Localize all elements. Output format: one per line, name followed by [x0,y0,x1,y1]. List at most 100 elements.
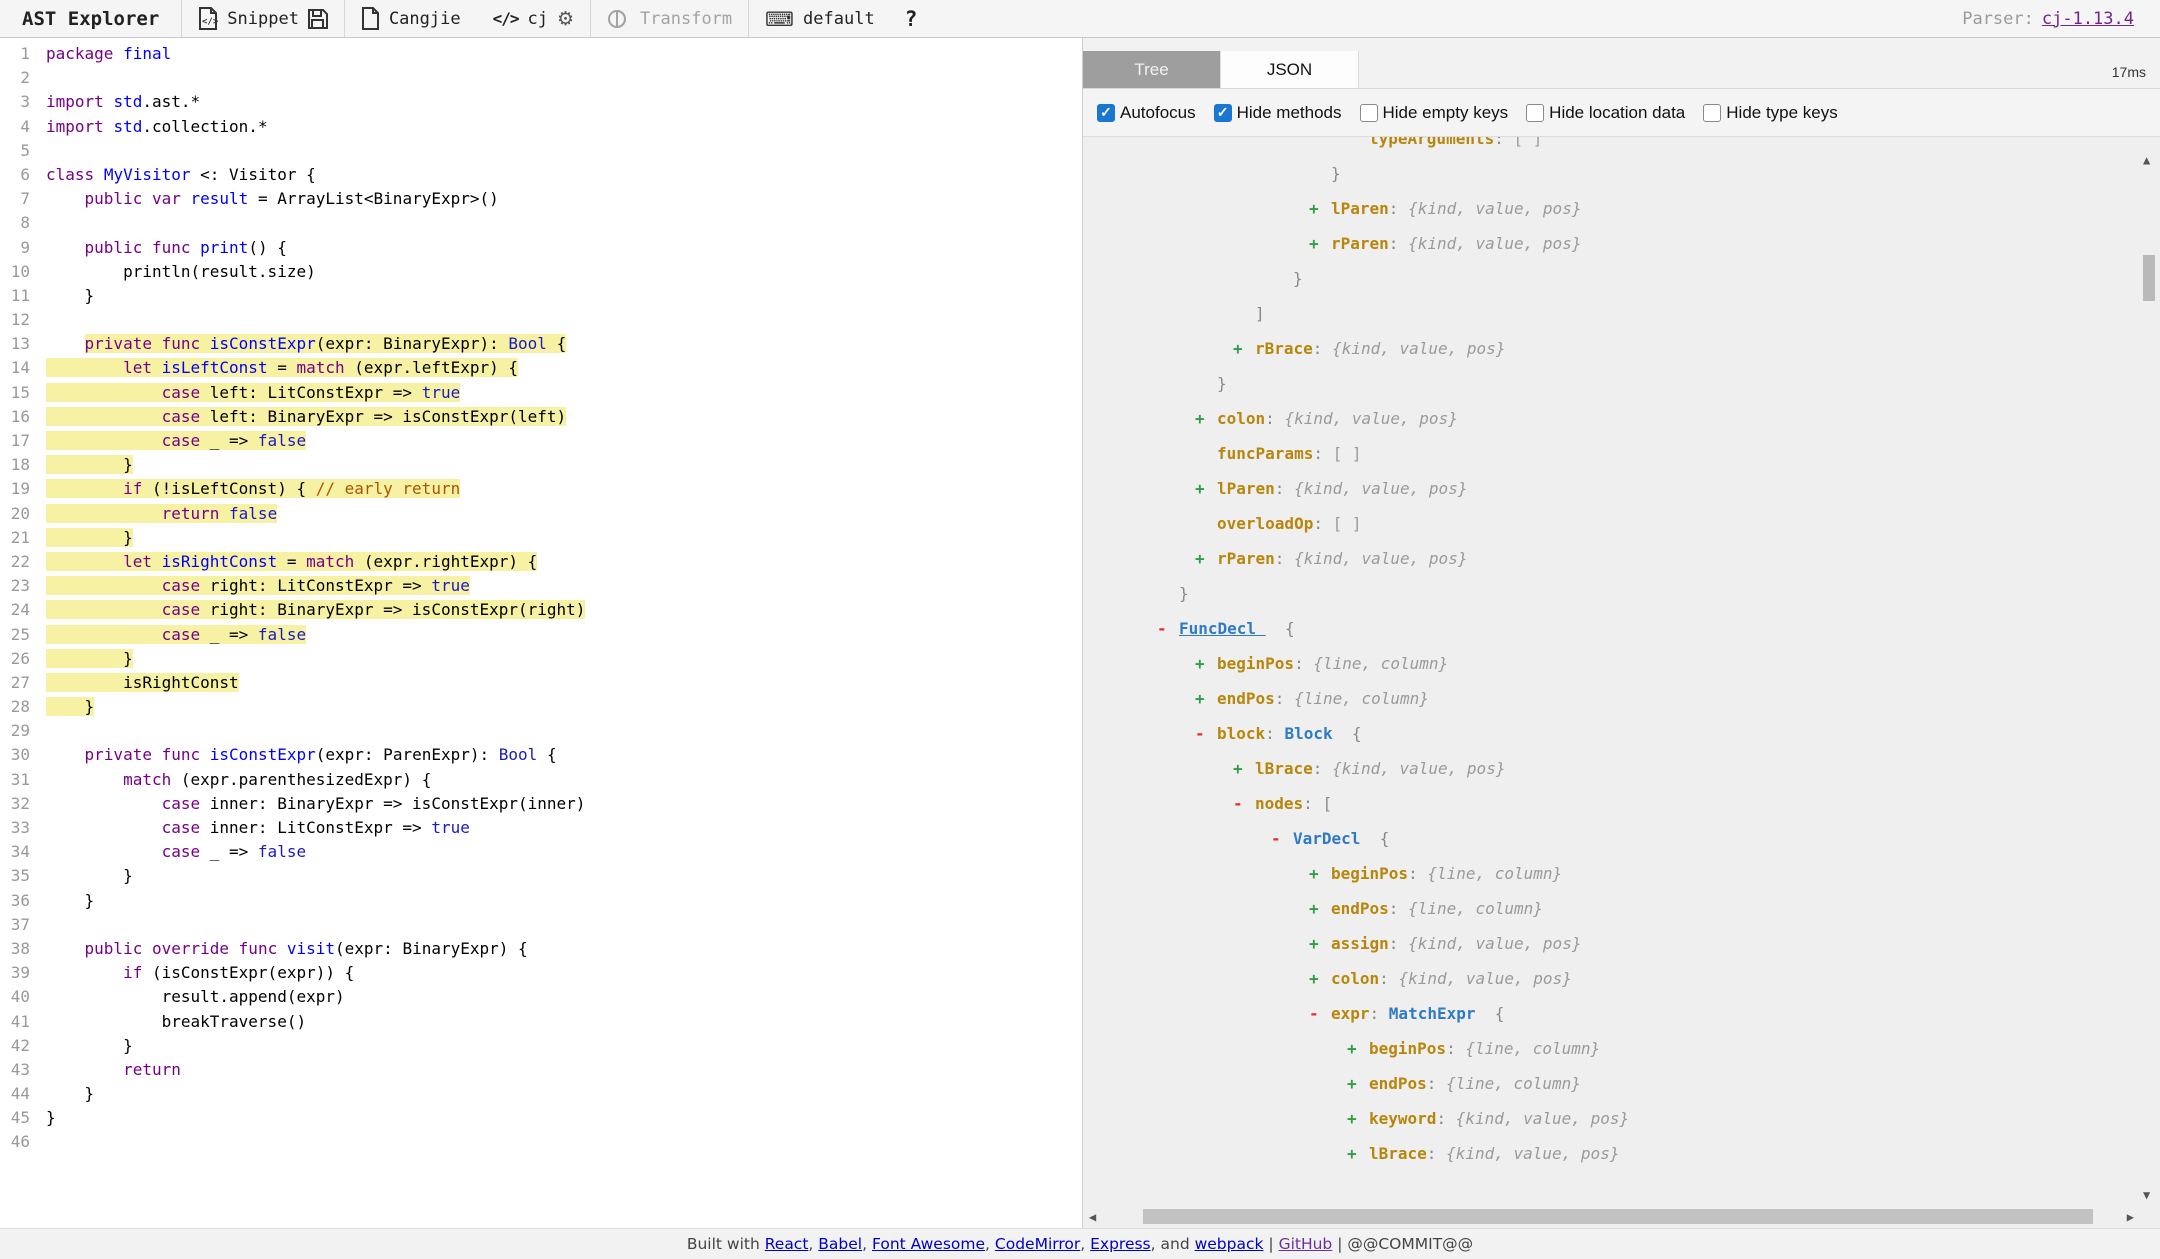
tree-row[interactable]: +lBrace: {kind, value, pos} [1083,751,2140,786]
tree-row[interactable]: -block: Block { [1083,716,2140,751]
tree-row[interactable]: } [1083,156,2140,191]
tree-row[interactable]: -FuncDecl { [1083,611,2140,646]
checkbox-icon[interactable]: ✓ [1214,104,1232,122]
tree-row[interactable]: overloadOp: [ ] [1083,506,2140,541]
tree-row[interactable]: +rParen: {kind, value, pos} [1083,226,2140,261]
save-icon[interactable] [308,9,328,29]
expand-icon[interactable]: + [1195,681,1217,716]
tree-row[interactable]: funcParams: [ ] [1083,436,2140,471]
language-button[interactable]: Cangjie [345,0,477,37]
tree-row[interactable]: +lParen: {kind, value, pos} [1083,191,2140,226]
node-meta: {line, column} [1465,1039,1600,1058]
tree-row[interactable]: +lBrace: {kind, value, pos} [1083,1136,2140,1171]
footer-link-webpack[interactable]: webpack [1195,1235,1264,1253]
expand-icon[interactable]: + [1309,191,1331,226]
code-line: 17 case _ => false [0,429,1082,453]
tree-row[interactable]: +rBrace: {kind, value, pos} [1083,331,2140,366]
footer-link-babel[interactable]: Babel [818,1235,862,1253]
node-colon: : [1408,864,1427,883]
node-colon: : [1494,137,1513,148]
footer-link-react[interactable]: React [765,1235,809,1253]
checkbox-icon[interactable] [1360,104,1378,122]
expand-icon[interactable]: + [1309,926,1331,961]
tree-row[interactable]: +assign: {kind, value, pos} [1083,926,2140,961]
expand-icon[interactable]: + [1195,646,1217,681]
expand-icon[interactable]: + [1347,1136,1369,1171]
scroll-right-icon[interactable]: ▶ [2127,1210,2134,1224]
code-line: 45} [0,1106,1082,1130]
scroll-down-icon[interactable]: ▼ [2143,1188,2150,1202]
collapse-icon[interactable]: - [1195,716,1217,751]
expand-icon[interactable]: + [1347,1066,1369,1101]
node-meta: [ ] [1333,514,1362,533]
collapse-icon[interactable]: - [1309,996,1331,1031]
gear-icon[interactable]: ⚙ [557,8,574,30]
collapse-icon[interactable]: - [1233,786,1255,821]
expand-icon[interactable]: + [1347,1031,1369,1066]
tree-row[interactable]: +lParen: {kind, value, pos} [1083,471,2140,506]
tree-row[interactable]: } [1083,261,2140,296]
transform-toggle[interactable]: Transform [591,0,748,37]
expand-icon[interactable]: + [1195,541,1217,576]
footer-link-express[interactable]: Express [1090,1235,1151,1253]
tab-tree[interactable]: Tree [1083,51,1221,88]
collapse-icon[interactable]: - [1157,611,1179,646]
expand-icon[interactable]: + [1195,401,1217,436]
footer-link-codemirror[interactable]: CodeMirror [995,1235,1080,1253]
tree-row[interactable]: +endPos: {line, column} [1083,1066,2140,1101]
parser-short-button[interactable]: </> cj ⚙ [477,0,590,37]
tree-row[interactable]: } [1083,366,2140,401]
keymap-selector[interactable]: ⌨ default [749,0,891,37]
expand-icon[interactable]: + [1309,961,1331,996]
tree-row[interactable]: +rParen: {kind, value, pos} [1083,541,2140,576]
expand-icon[interactable]: + [1309,856,1331,891]
line-number: 42 [0,1034,30,1058]
collapse-icon[interactable]: - [1271,821,1293,856]
scroll-up-icon[interactable]: ▲ [2143,153,2150,167]
help-button[interactable]: ? [891,0,932,37]
checkbox-icon[interactable] [1526,104,1544,122]
vertical-scrollbar[interactable]: ▲ ▼ [2140,137,2160,1206]
tree-row[interactable]: +colon: {kind, value, pos} [1083,961,2140,996]
tree-row[interactable]: -expr: MatchExpr { [1083,996,2140,1031]
line-number: 41 [0,1010,30,1034]
tree-row[interactable]: +endPos: {line, column} [1083,891,2140,926]
tree-row[interactable]: -nodes: [ [1083,786,2140,821]
tree-row[interactable]: +endPos: {line, column} [1083,681,2140,716]
tree-row[interactable]: ] [1083,296,2140,331]
footer-link-font-awesome[interactable]: Font Awesome [872,1235,985,1253]
horizontal-scroll-thumb[interactable] [1143,1209,2093,1224]
node-meta: {kind, value, pos} [1284,409,1457,428]
checkbox-icon[interactable] [1703,104,1721,122]
parser-version-link[interactable]: cj-1.13.4 [2042,9,2134,29]
code-editor[interactable]: 1package final23import std.ast.*4import … [0,38,1083,1228]
expand-icon[interactable]: + [1233,331,1255,366]
tree-row[interactable]: +beginPos: {line, column} [1083,1031,2140,1066]
code-line: 6class MyVisitor <: Visitor { [0,163,1082,187]
tab-json[interactable]: JSON [1221,51,1359,88]
tree-row[interactable]: +beginPos: {line, column} [1083,646,2140,681]
expand-icon[interactable]: + [1195,471,1217,506]
line-number: 21 [0,526,30,550]
expand-icon[interactable]: + [1347,1101,1369,1136]
tree-row[interactable]: +beginPos: {line, column} [1083,856,2140,891]
tree-row[interactable]: typeArguments: [ ] [1083,137,2140,156]
checkbox-icon[interactable]: ✓ [1097,104,1115,122]
expand-icon[interactable]: + [1233,751,1255,786]
selection-highlight: } [46,697,94,716]
vertical-scroll-thumb[interactable] [2143,255,2155,301]
tree-row[interactable]: +keyword: {kind, value, pos} [1083,1101,2140,1136]
tree-row[interactable]: } [1083,576,2140,611]
expand-icon[interactable]: + [1309,891,1331,926]
horizontal-scrollbar[interactable]: ◀ ▶ [1083,1206,2140,1228]
footer-link-github[interactable]: GitHub [1279,1235,1333,1253]
tree-row[interactable]: -VarDecl { [1083,821,2140,856]
tree-row[interactable]: +colon: {kind, value, pos} [1083,401,2140,436]
node-key: funcParams [1217,444,1313,463]
node-key: expr [1331,1004,1370,1023]
snippet-button[interactable]: </> Snippet [182,0,344,37]
parser-info: Parser: cj-1.13.4 [1936,0,2160,37]
node-key: endPos [1217,689,1275,708]
scroll-left-icon[interactable]: ◀ [1089,1210,1096,1224]
expand-icon[interactable]: + [1309,226,1331,261]
